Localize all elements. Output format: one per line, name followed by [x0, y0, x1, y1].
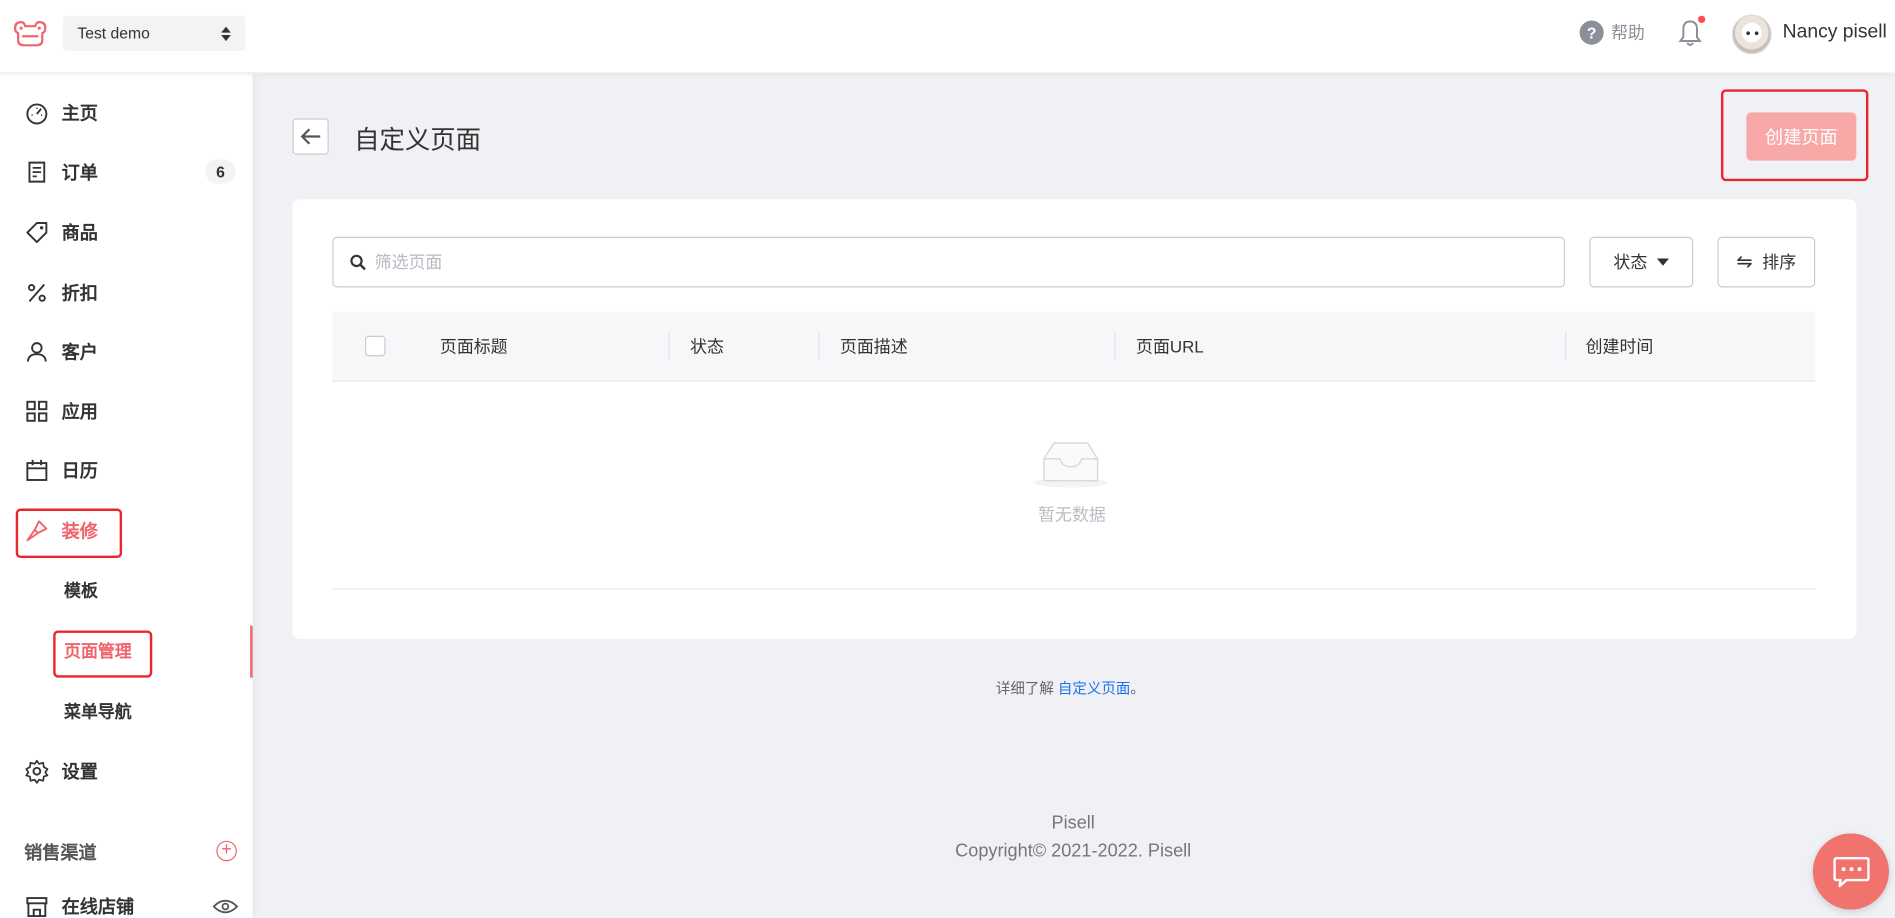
arrow-left-icon — [300, 128, 321, 145]
sidebar-item-label: 折扣 — [61, 283, 98, 304]
sort-icon: ⇋ — [1736, 252, 1753, 273]
sidebar-item-settings[interactable]: 设置 — [0, 746, 253, 794]
notification-bell-icon[interactable] — [1677, 18, 1702, 48]
search-box[interactable] — [332, 236, 1566, 288]
top-bar: Test demo ? 帮助 Nancy pisell — [0, 0, 1895, 74]
sidebar-item-customers[interactable]: 客户 — [0, 327, 253, 375]
sidebar-item-decoration[interactable]: 装修 — [0, 506, 253, 554]
learn-more-suffix: 。 — [1130, 680, 1145, 697]
sidebar-item-apps[interactable]: 应用 — [0, 387, 253, 435]
search-input[interactable] — [374, 252, 1564, 272]
column-divider — [1565, 330, 1567, 360]
active-indicator — [250, 625, 253, 678]
column-header-created-time[interactable]: 创建时间 — [1586, 312, 1654, 382]
sidebar-item-label: 装修 — [61, 521, 98, 542]
learn-more-prefix: 详细了解 — [995, 680, 1058, 697]
pisell-logo-icon[interactable] — [12, 18, 48, 48]
help-icon: ? — [1579, 20, 1604, 45]
pages-card: 状态 ⇋ 排序 页面标题 状态 页面描述 页面URL 创建时间 暂无数据 — [292, 199, 1857, 639]
column-divider — [1114, 330, 1116, 360]
empty-state-text: 暂无数据 — [1038, 504, 1106, 525]
sidebar-subitem-menu-navigation[interactable]: 菜单导航 — [64, 690, 132, 733]
add-channel-icon[interactable]: + — [216, 840, 237, 862]
store-selector[interactable]: Test demo — [62, 15, 246, 51]
sales-channels-title: 销售渠道 — [24, 843, 97, 864]
order-icon — [28, 161, 46, 182]
tag-icon — [26, 221, 48, 243]
sidebar-subitem-templates[interactable]: 模板 — [64, 569, 98, 612]
sidebar-item-label: 在线店铺 — [61, 896, 135, 918]
footer-copyright: Copyright© 2021-2022. Pisell — [955, 840, 1192, 862]
column-header-status[interactable]: 状态 — [690, 312, 724, 382]
column-header-url[interactable]: 页面URL — [1136, 312, 1204, 382]
user-name[interactable]: Nancy pisell — [1783, 22, 1887, 44]
page-root: Test demo ? 帮助 Nancy pisell 主页 订单 6 商品 折… — [0, 0, 1895, 918]
table-divider — [332, 588, 1816, 590]
sidebar-item-products[interactable]: 商品 — [0, 208, 253, 256]
sidebar-item-label: 日历 — [61, 460, 98, 482]
create-page-button[interactable]: 创建页面 — [1746, 112, 1857, 161]
search-icon — [350, 254, 366, 271]
column-divider — [818, 330, 820, 360]
calendar-icon — [26, 459, 48, 481]
caret-down-icon — [1656, 258, 1670, 266]
column-divider — [668, 330, 670, 360]
page-title: 自定义页面 — [354, 126, 482, 155]
column-header-title[interactable]: 页面标题 — [440, 312, 508, 382]
sidebar-item-label: 设置 — [61, 761, 98, 783]
chat-bubble-icon — [1832, 856, 1870, 887]
eye-icon[interactable] — [212, 899, 239, 915]
avatar[interactable] — [1731, 14, 1772, 55]
back-button[interactable] — [292, 118, 329, 155]
sidebar: 主页 订单 6 商品 折扣 客户 应用 日历 装修 模板 页面管理 菜单导航 设… — [0, 73, 254, 918]
sidebar-item-label: 客户 — [61, 342, 98, 363]
apps-icon — [26, 400, 48, 422]
sidebar-item-home[interactable]: 主页 — [0, 88, 253, 136]
percent-icon — [27, 283, 46, 302]
chat-button[interactable] — [1812, 833, 1889, 910]
sidebar-subitem-page-management[interactable]: 页面管理 — [64, 629, 132, 672]
sidebar-item-orders[interactable]: 订单 6 — [0, 147, 253, 195]
select-all-checkbox[interactable] — [364, 335, 386, 357]
sidebar-item-calendar[interactable]: 日历 — [0, 446, 253, 494]
help-label: 帮助 — [1610, 22, 1645, 43]
brush-icon — [26, 519, 48, 541]
column-header-description[interactable]: 页面描述 — [840, 312, 908, 382]
sort-label: 排序 — [1762, 252, 1797, 272]
learn-more-text: 详细了解 自定义页面。 — [996, 678, 1145, 699]
sort-button[interactable]: ⇋ 排序 — [1717, 236, 1816, 288]
sidebar-item-label: 订单 — [61, 162, 98, 183]
user-icon — [26, 341, 47, 362]
store-icon — [26, 896, 48, 917]
sidebar-item-label: 主页 — [61, 103, 98, 124]
sidebar-item-label: 应用 — [61, 401, 98, 423]
sort-caret-icon — [221, 25, 231, 41]
store-name: Test demo — [77, 24, 150, 43]
help-link[interactable]: ? 帮助 — [1579, 20, 1645, 45]
sidebar-item-label: 商品 — [61, 222, 98, 244]
orders-count-badge: 6 — [205, 159, 236, 184]
table-header: 页面标题 状态 页面描述 页面URL 创建时间 — [332, 311, 1816, 382]
dashboard-icon — [26, 102, 48, 124]
status-filter-label: 状态 — [1613, 252, 1648, 272]
status-filter-button[interactable]: 状态 — [1589, 236, 1694, 288]
empty-inbox-icon — [1034, 442, 1108, 488]
footer-brand: Pisell — [1051, 812, 1095, 834]
notification-dot — [1698, 15, 1706, 23]
sidebar-item-discounts[interactable]: 折扣 — [0, 268, 253, 316]
gear-icon — [25, 759, 49, 784]
custom-page-docs-link[interactable]: 自定义页面 — [1058, 680, 1131, 697]
